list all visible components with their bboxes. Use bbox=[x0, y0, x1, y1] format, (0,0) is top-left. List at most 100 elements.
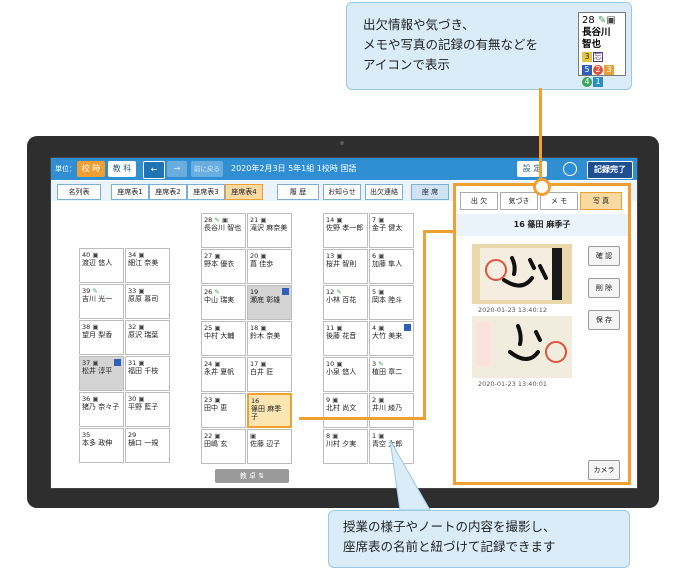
seat-button[interactable]: 座 席 bbox=[411, 184, 449, 200]
attendance-contact-button[interactable]: 出欠連絡 bbox=[365, 184, 403, 200]
tablet-camera bbox=[340, 141, 344, 145]
tab-seat-4[interactable]: 座席表4 bbox=[225, 184, 263, 200]
seat-number: 17 ▣ bbox=[250, 360, 267, 368]
seat-card[interactable]: 7 ▣ 金子 健太 bbox=[369, 213, 414, 248]
student-name: 篠田 麻季子 bbox=[251, 405, 282, 421]
teacher-desk-scroll-button[interactable]: 教 卓 ⇅ bbox=[215, 469, 289, 483]
seat-card[interactable]: 5 ▣ 岡本 陸斗 bbox=[369, 285, 414, 320]
subject-button[interactable]: 教 科 bbox=[108, 161, 136, 177]
seat-card[interactable]: 29 樋口 一規 bbox=[125, 428, 170, 463]
student-name: 加藤 隼人 bbox=[372, 260, 403, 268]
roster-button[interactable]: 名列表 bbox=[57, 184, 101, 200]
seat-card[interactable]: 34 ▣ 細江 奈美 bbox=[125, 248, 170, 283]
seat-number: ▣ bbox=[250, 432, 289, 440]
seat-card[interactable]: 10 ▣ 小泉 悠人 bbox=[323, 357, 368, 392]
seat-card[interactable]: 6 ▣ 加藤 隼人 bbox=[369, 249, 414, 284]
seat-card[interactable]: 20 ▣ 菖 佳歩 bbox=[247, 249, 292, 284]
seat-card[interactable]: 17 ▣ 白井 匠 bbox=[247, 357, 292, 392]
pencil-icon: ✎ bbox=[376, 360, 384, 368]
seat-card[interactable]: 14 ▣ 佐野 孝一郎 bbox=[323, 213, 368, 248]
settings-button[interactable]: 設 定 bbox=[517, 161, 547, 177]
student-name: 中村 大輔 bbox=[204, 332, 235, 340]
tab-seat-1[interactable]: 座席表1 bbox=[111, 184, 149, 200]
seat-card[interactable]: 26 ✎ 中山 瑞実 bbox=[201, 285, 246, 320]
tab-seat-3[interactable]: 座席表3 bbox=[187, 184, 225, 200]
seat-card[interactable]: 38 ▣ 望月 梨香 bbox=[79, 320, 124, 355]
camera-icon: ▣ bbox=[212, 360, 221, 368]
camera-icon: ▣ bbox=[376, 216, 385, 224]
camera-icon: ▣ bbox=[330, 432, 339, 440]
seat-number: 3 ✎ bbox=[372, 360, 384, 368]
seat-number: 13 ▣ bbox=[326, 252, 343, 260]
seat-card[interactable]: 37 ▣ 松井 淳平 bbox=[79, 356, 124, 391]
seat-card[interactable]: 19 瀬底 彰雄 bbox=[247, 285, 292, 320]
seat-card-selected[interactable]: 16 篠田 麻季子 bbox=[247, 393, 292, 428]
seat-card[interactable]: 33 ▣ 原原 慕司 bbox=[125, 284, 170, 319]
seat-card[interactable]: 13 ▣ 桜井 智則 bbox=[323, 249, 368, 284]
seat-number: 23 ▣ bbox=[204, 396, 221, 404]
seat-number: 2 ▣ bbox=[372, 396, 385, 404]
seat-card[interactable]: 40 ▣ 渡辺 悠人 bbox=[79, 248, 124, 283]
notice-button[interactable]: お知らせ bbox=[323, 184, 361, 200]
seat-card[interactable]: 23 ▣ 田中 恵 bbox=[201, 393, 246, 428]
seat-card[interactable]: 8 ▣ 川村 夕実 bbox=[323, 429, 368, 464]
seat-card[interactable]: 18 ▣ 鈴木 奈美 bbox=[247, 321, 292, 356]
photo-thumbnail[interactable] bbox=[472, 316, 572, 378]
seat-card[interactable]: 22 ▣ 田嶋 玄 bbox=[201, 429, 246, 464]
photo-thumbnail[interactable] bbox=[472, 244, 572, 304]
record-complete-button[interactable]: 記録完了 bbox=[587, 161, 633, 179]
seat-number: 28 ✎ ▣ bbox=[204, 216, 229, 224]
camera-icon: ▣ bbox=[212, 432, 221, 440]
seat-card[interactable]: 12 ✎ 小林 百花 bbox=[323, 285, 368, 320]
student-name: 大竹 美来 bbox=[372, 332, 403, 340]
seat-card[interactable]: 2 ▣ 井川 綾乃 bbox=[369, 393, 414, 428]
seat-card[interactable]: 30 ▣ 平野 藍子 bbox=[125, 392, 170, 427]
back-arrow-button[interactable]: ← bbox=[143, 161, 165, 179]
tab-notice[interactable]: 気づき bbox=[500, 192, 538, 210]
legend-badge: 3 bbox=[604, 65, 614, 75]
save-button[interactable]: 保 存 bbox=[588, 310, 620, 330]
seat-card[interactable]: 4 ▣ 大竹 美来 bbox=[369, 321, 414, 356]
seat-card[interactable]: 9 ▣ 北村 尚文 bbox=[323, 393, 368, 428]
camera-button[interactable]: カメラ bbox=[588, 460, 620, 480]
school-period-button[interactable]: 校 時 bbox=[77, 161, 105, 177]
seat-card[interactable]: 35 本多 政伸 bbox=[79, 428, 124, 463]
student-name: 吉川 光一 bbox=[82, 295, 113, 303]
student-name: 福田 千枝 bbox=[128, 367, 159, 375]
camera-icon: ▣ bbox=[136, 287, 145, 295]
tab-seat-2[interactable]: 座席表2 bbox=[149, 184, 187, 200]
camera-icon: ▣ bbox=[330, 396, 339, 404]
seat-card[interactable]: 28 ✎ ▣ 長谷川 智也 bbox=[201, 213, 246, 248]
seat-card[interactable]: 36 ▣ 猪乃 奈々子 bbox=[79, 392, 124, 427]
unit-label: 単位： bbox=[55, 165, 76, 173]
tab-photo[interactable]: 写 真 bbox=[580, 192, 622, 210]
legend-badge: 3 bbox=[582, 52, 592, 62]
seat-number: 24 ▣ bbox=[204, 360, 221, 368]
status-circle-icon[interactable] bbox=[563, 162, 577, 176]
student-name: 長谷川 智也 bbox=[204, 224, 242, 232]
seat-card[interactable]: ▣ 佐藤 辺子 bbox=[247, 429, 292, 464]
delete-button[interactable]: 削 除 bbox=[588, 278, 620, 298]
seat-card[interactable]: 11 ▣ 後藤 花音 bbox=[323, 321, 368, 356]
legend-badge: 1 bbox=[593, 77, 603, 87]
seat-number: 16 bbox=[251, 397, 260, 405]
prev-button[interactable]: 前に戻る bbox=[191, 161, 223, 177]
student-name: 中山 瑞実 bbox=[204, 296, 235, 304]
student-name: 植田 章二 bbox=[372, 368, 403, 376]
seat-card[interactable]: 32 ▣ 原沢 瑞葉 bbox=[125, 320, 170, 355]
seat-card[interactable]: 31 ▣ 福田 千枝 bbox=[125, 356, 170, 391]
seat-card[interactable]: 39 ✎ 吉川 光一 bbox=[79, 284, 124, 319]
seat-card[interactable]: 21 ▣ 滝沢 麻奈美 bbox=[247, 213, 292, 248]
seat-number: 39 ✎ bbox=[82, 287, 98, 295]
history-button[interactable]: 履 歴 bbox=[277, 184, 319, 200]
tab-attendance[interactable]: 出 欠 bbox=[460, 192, 498, 210]
seat-card[interactable]: 27 ▣ 野本 優衣 bbox=[201, 249, 246, 284]
forward-arrow-button[interactable]: → bbox=[167, 161, 187, 177]
seat-card[interactable]: 24 ▣ 永井 夏帆 bbox=[201, 357, 246, 392]
seat-number: 1 ▣ bbox=[372, 432, 385, 440]
confirm-button[interactable]: 確 認 bbox=[588, 246, 620, 266]
seat-card[interactable]: 3 ✎ 植田 章二 bbox=[369, 357, 414, 392]
seat-card[interactable]: 25 ▣ 中村 大輔 bbox=[201, 321, 246, 356]
callout-pointer bbox=[389, 440, 431, 511]
seat-number: 20 ▣ bbox=[250, 252, 267, 260]
